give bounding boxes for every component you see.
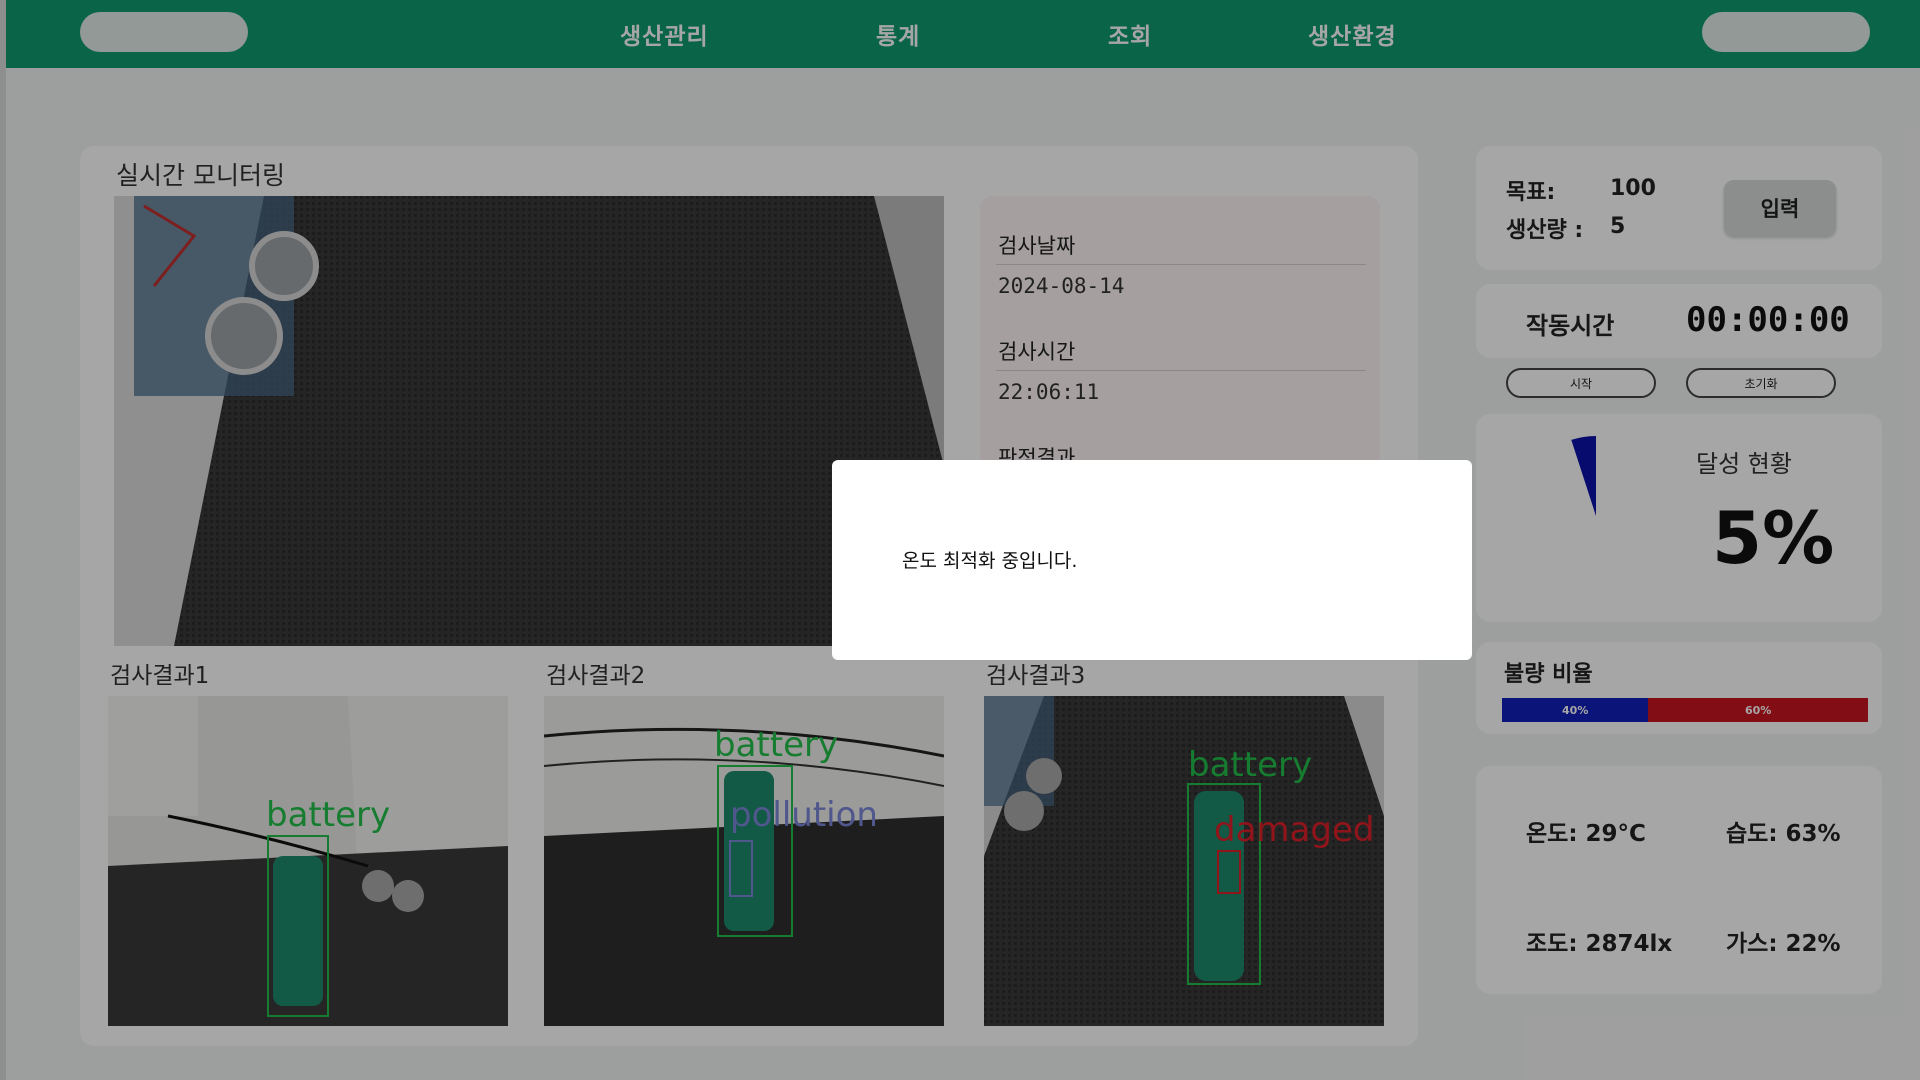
notification-dialog: 온도 최적화 중입니다. bbox=[832, 460, 1472, 660]
dialog-message: 온도 최적화 중입니다. bbox=[902, 550, 1078, 572]
